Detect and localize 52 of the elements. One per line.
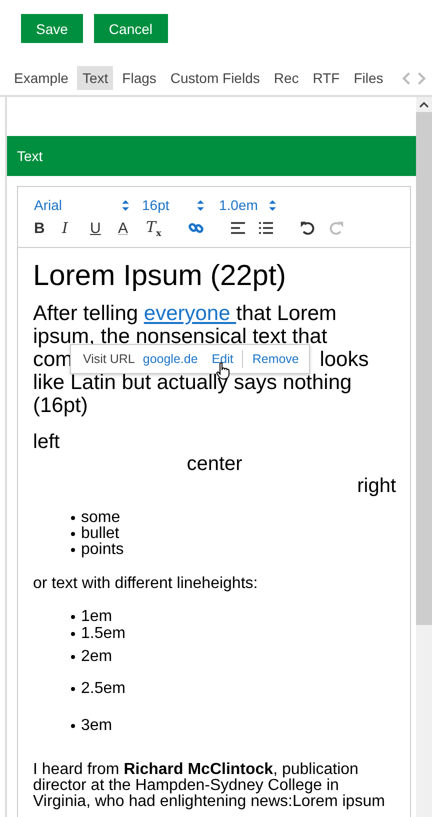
scroll-up-icon[interactable] — [419, 101, 429, 109]
text-color-button[interactable]: A — [118, 220, 146, 236]
italic-button[interactable]: I — [62, 219, 90, 237]
up-down-arrows-icon[interactable] — [197, 200, 204, 210]
tab[interactable]: Files — [348, 66, 388, 90]
paragraph-text: (16pt) — [33, 394, 88, 417]
bullet-item: 1em — [81, 609, 112, 625]
tab[interactable]: Flags — [117, 66, 162, 90]
paragraph-text: or text with different lineheights: — [33, 575, 259, 593]
align-left-icon[interactable] — [230, 220, 246, 236]
tab[interactable]: Example — [9, 66, 74, 90]
bullet-item: points — [81, 542, 124, 558]
tab[interactable]: Text — [77, 66, 114, 90]
dropdown[interactable]: 16pt — [142, 197, 204, 213]
dropdown[interactable]: Arial — [34, 197, 129, 213]
paragraph-text: that Lorem — [236, 302, 337, 325]
bullet-item: some — [81, 510, 120, 526]
text-link[interactable]: everyone — [144, 302, 236, 325]
bold-button[interactable]: B — [34, 220, 62, 236]
heading: Lorem Ipsum (22pt) — [33, 259, 288, 294]
tab[interactable]: RTF — [308, 66, 345, 90]
link-icon[interactable] — [188, 220, 204, 236]
up-down-arrows-icon[interactable] — [122, 200, 129, 210]
section-title: Text — [17, 148, 43, 164]
paragraph-text: ipsum, the nonsensical text that — [33, 325, 328, 348]
url-link[interactable]: google.de — [142, 349, 198, 369]
paragraph-text: After telling — [33, 302, 140, 325]
bullet-item: bullet — [81, 526, 120, 542]
popup-label: Visit URL — [83, 351, 135, 368]
tab[interactable]: Custom Fields — [165, 66, 265, 90]
up-down-arrows-icon[interactable] — [269, 200, 276, 210]
remove-link[interactable]: Remove — [252, 349, 299, 369]
dropdown[interactable]: 1.0em — [219, 197, 276, 213]
aligned-text: right — [357, 475, 396, 497]
paragraph-text: I heard from Richard McClintock, publication director at the Hampden-Sydney College in Virginia, who had enlightening news:Lorem ipsum — [33, 762, 386, 810]
bullet-item: 2em — [81, 647, 112, 667]
bullet-item: 1.5em — [81, 625, 126, 642]
paragraph-text: like Latin but actually says nothing — [33, 371, 352, 394]
cancel-button[interactable]: Cancel — [94, 14, 168, 43]
scrollbar-thumb[interactable] — [416, 112, 432, 625]
save-button[interactable]: Save — [21, 14, 83, 43]
clear-format-button[interactable]: T$_{x}$ — [146, 218, 174, 238]
undo-icon[interactable] — [300, 220, 316, 236]
scrollbar[interactable] — [416, 97, 432, 817]
tab[interactable]: Rec — [268, 66, 304, 90]
underline-button[interactable]: U — [90, 220, 118, 236]
paragraph-text: looks — [320, 348, 369, 371]
list-icon[interactable] — [258, 220, 274, 236]
aligned-text: left — [33, 431, 60, 453]
aligned-text: center — [186, 453, 242, 475]
bullet-item: 2.5em — [81, 679, 126, 699]
bullet-item: 3em — [81, 716, 112, 736]
